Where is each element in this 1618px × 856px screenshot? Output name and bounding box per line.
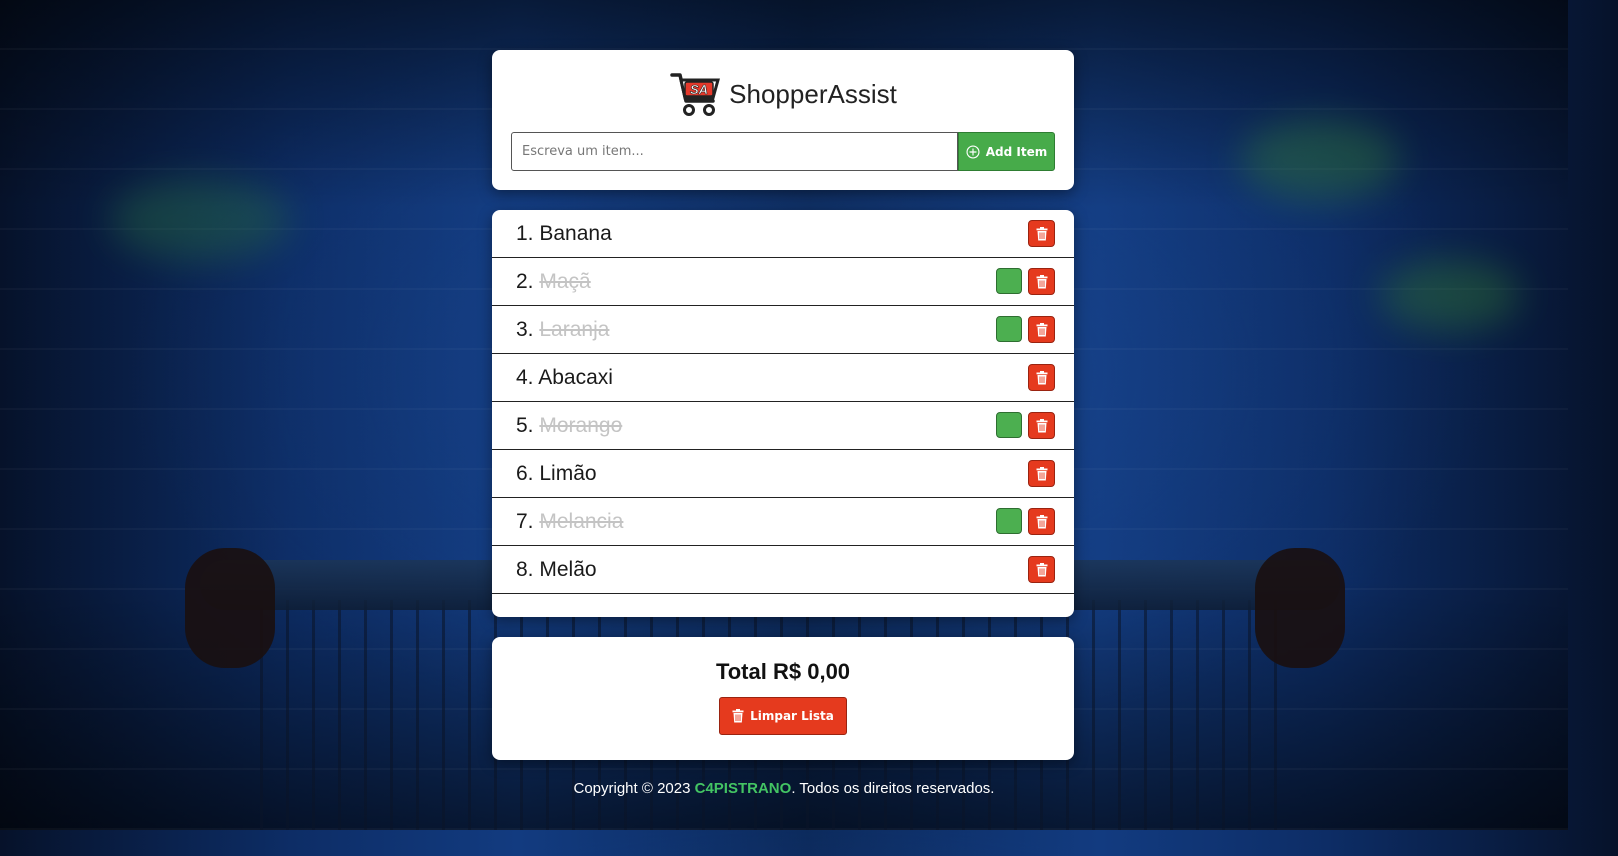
list-item-actions [1028, 556, 1055, 583]
svg-text:SA: SA [690, 82, 708, 97]
shopping-list-body: 1. Banana 2. Maçã 3. Laranja 4. Abacaxi 5. M… [492, 210, 1074, 594]
list-item-name: Melancia [539, 509, 624, 533]
trash-icon [1036, 274, 1047, 288]
list-item-number: 2. [516, 269, 534, 293]
list-item-text: 1. Banana [516, 222, 1028, 246]
list-item-text: 2. Maçã [516, 270, 996, 294]
footer-brand-link[interactable]: C4PISTRANO [695, 780, 792, 797]
list-item-number: 5. [516, 413, 534, 437]
total-display: Total R$ 0,00 [492, 637, 1074, 685]
shopping-list: 1. Banana 2. Maçã 3. Laranja 4. Abacaxi 5. M… [492, 210, 1074, 617]
delete-item-button[interactable] [1028, 412, 1055, 439]
clear-list-label: Limpar Lista [750, 709, 834, 723]
delete-item-button[interactable] [1028, 556, 1055, 583]
mark-done-button[interactable] [996, 412, 1022, 438]
app-title: ShopperAssist [729, 78, 897, 109]
trash-icon [1036, 418, 1047, 432]
add-item-button[interactable]: Add Item [958, 132, 1055, 171]
background-blob [1240, 120, 1400, 200]
trash-icon [732, 709, 744, 723]
list-item-name: Melão [539, 557, 597, 581]
brand: SA ShopperAssist [492, 50, 1074, 120]
list-item[interactable]: 1. Banana [492, 210, 1074, 258]
list-item-number: 1. [516, 221, 534, 245]
list-item-number: 6. [516, 461, 534, 485]
list-item-actions [1028, 364, 1055, 391]
item-input[interactable] [511, 132, 958, 171]
list-item[interactable]: 2. Maçã [492, 258, 1074, 306]
list-item-actions [996, 316, 1055, 343]
footer: Copyright © 2023 C4PISTRANO. Todos os di… [0, 780, 1568, 797]
list-item[interactable]: 6. Limão [492, 450, 1074, 498]
list-item-number: 8. [516, 557, 534, 581]
clear-list-button[interactable]: Limpar Lista [719, 697, 847, 735]
background-cart-cap-right [1255, 548, 1345, 668]
list-item-text: 6. Limão [516, 462, 1028, 486]
list-item[interactable]: 4. Abacaxi [492, 354, 1074, 402]
trash-icon [1036, 514, 1047, 528]
list-item-number: 7. [516, 509, 534, 533]
background-cart-cap-left [185, 548, 275, 668]
list-item[interactable]: 8. Melão [492, 546, 1074, 594]
delete-item-button[interactable] [1028, 460, 1055, 487]
add-item-row: Add Item [511, 132, 1055, 171]
list-item-number: 3. [516, 317, 534, 341]
list-item-actions [996, 412, 1055, 439]
list-item-text: 5. Morango [516, 414, 996, 438]
list-item[interactable]: 7. Melancia [492, 498, 1074, 546]
shopping-cart-logo-icon: SA [670, 73, 721, 116]
list-item-actions [996, 508, 1055, 535]
list-item-text: 8. Melão [516, 558, 1028, 582]
list-item-actions [996, 268, 1055, 295]
delete-item-button[interactable] [1028, 268, 1055, 295]
app-container: SA ShopperAssist Add Item 1. Banana2. Ma… [492, 50, 1074, 760]
total-value: R$ 0,00 [772, 659, 851, 684]
delete-item-button[interactable] [1028, 364, 1055, 391]
trash-icon [1036, 562, 1047, 576]
trash-icon [1036, 322, 1047, 336]
mark-done-button[interactable] [996, 316, 1022, 342]
mark-done-button[interactable] [996, 268, 1022, 294]
list-item-text: 4. Abacaxi [516, 366, 1028, 390]
list-item-name: Morango [539, 413, 623, 437]
footer-copyright: Copyright © 2023 [573, 780, 695, 797]
list-item-name: Limão [539, 461, 597, 485]
add-item-button-label: Add Item [985, 144, 1048, 159]
footer-rights: . Todos os direitos reservados. [791, 780, 995, 797]
trash-icon [1036, 370, 1047, 384]
list-item[interactable]: 3. Laranja [492, 306, 1074, 354]
delete-item-button[interactable] [1028, 220, 1055, 247]
list-item-name: Laranja [539, 317, 610, 341]
background-blob [110, 180, 290, 260]
list-item-text: 7. Melancia [516, 510, 996, 534]
list-item-text: 3. Laranja [516, 318, 996, 342]
list-item-name: Banana [539, 221, 612, 245]
background-blob [1380, 260, 1520, 330]
trash-icon [1036, 226, 1047, 240]
list-item-actions [1028, 460, 1055, 487]
list-item-name: Maçã [539, 269, 591, 293]
header-card: SA ShopperAssist Add Item [492, 50, 1074, 190]
plus-circle-icon [966, 144, 980, 159]
delete-item-button[interactable] [1028, 316, 1055, 343]
list-item-name: Abacaxi [538, 365, 613, 389]
delete-item-button[interactable] [1028, 508, 1055, 535]
summary-card: Total R$ 0,00 Limpar Lista [492, 637, 1074, 760]
list-item-number: 4. [516, 365, 534, 389]
trash-icon [1036, 466, 1047, 480]
total-label: Total [715, 659, 767, 684]
list-item[interactable]: 5. Morango [492, 402, 1074, 450]
mark-done-button[interactable] [996, 508, 1022, 534]
list-item-actions [1028, 220, 1055, 247]
